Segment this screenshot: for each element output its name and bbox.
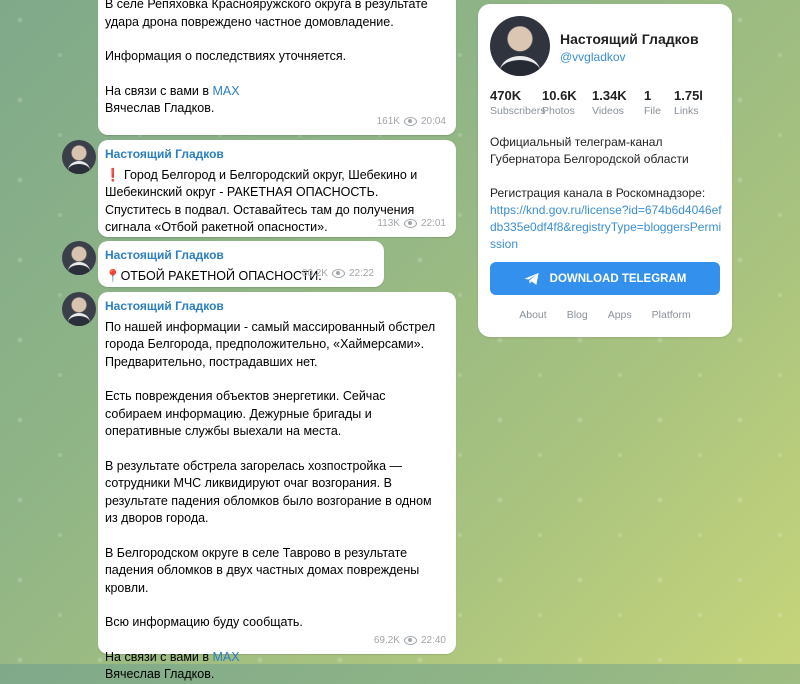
footer-link-blog[interactable]: Blog: [567, 309, 588, 321]
message-bubble: Настоящий Гладков ❗ Город Белгород и Бел…: [98, 140, 456, 237]
download-telegram-label: DOWNLOAD TELEGRAM: [549, 272, 687, 285]
message-bubble: Настоящий Гладков 📍ОТБОЙ РАКЕТНОЙ ОПАСНО…: [98, 241, 384, 287]
message-time: 22:22: [348, 267, 374, 279]
avatar[interactable]: [62, 140, 96, 174]
message-meta: 80.2K 22:22: [302, 265, 374, 283]
message-bubble: Настоящий Гладков По нашей информации - …: [98, 292, 456, 681]
views-count: 69.2K: [373, 634, 400, 646]
message-text: По нашей информации - самый массированны…: [105, 319, 436, 369]
avatar[interactable]: [62, 292, 96, 326]
message-text: Есть повреждения объектов энергетики. Се…: [105, 389, 386, 438]
stat-photos[interactable]: 10.6K Photos: [542, 88, 592, 117]
message-signature: На связи с вами в MAX: [105, 83, 240, 98]
eye-icon: [331, 268, 345, 278]
message-bubble: В селе Репяховка Краснояружского округа …: [98, 0, 456, 135]
message-time: 22:40: [420, 634, 446, 646]
message-meta: 69.2K 22:40: [374, 632, 446, 650]
download-telegram-button[interactable]: DOWNLOAD TELEGRAM: [490, 262, 720, 295]
eye-icon: [403, 635, 417, 645]
eye-icon: [403, 218, 417, 228]
channel-name: Настоящий Гладков: [560, 31, 699, 47]
views-count: 161K: [376, 115, 400, 127]
message-meta: 113K 22:01: [377, 215, 446, 233]
message-time: 22:01: [420, 217, 446, 229]
message-text: В селе Репяховка Краснояружского округа …: [105, 0, 428, 29]
message-text: Всю информацию буду сообщать.: [105, 615, 303, 629]
channel-description: Официальный телеграм-канал Губернатора Б…: [490, 135, 689, 166]
stat-subscribers[interactable]: 470K Subscribers: [490, 88, 545, 117]
max-link[interactable]: MAX: [213, 84, 240, 98]
footer-link-platform[interactable]: Platform: [652, 309, 691, 321]
telegram-plane-icon: [524, 272, 539, 285]
stat-files[interactable]: 1 File: [644, 88, 674, 117]
message-signature-name: Вячеслав Гладков.: [105, 667, 215, 681]
max-link[interactable]: MAX: [213, 650, 240, 664]
stat-links[interactable]: 1.75l Links: [674, 88, 714, 117]
avatar[interactable]: [62, 241, 96, 275]
message-author[interactable]: Настоящий Гладков: [105, 298, 444, 316]
channel-handle[interactable]: @vvgladkov: [560, 50, 626, 64]
registration-link[interactable]: https://knd.gov.ru/license?id=674b6d4046…: [490, 202, 725, 253]
channel-stats: 470K Subscribers 10.6K Photos 1.34K Vide…: [490, 88, 714, 117]
message-text: Информация о последствиях уточняется.: [105, 49, 347, 63]
message-author[interactable]: Настоящий Гладков: [105, 247, 372, 265]
stat-videos[interactable]: 1.34K Videos: [592, 88, 644, 117]
message-meta: 161K 20:04: [377, 113, 446, 131]
channel-registration: Регистрация канала в Роскомнадзоре: http…: [490, 185, 725, 253]
message-text: В результате обстрела загорелась хозпост…: [105, 458, 432, 526]
channel-avatar[interactable]: [490, 16, 550, 76]
message-author[interactable]: Настоящий Гладков: [105, 146, 444, 164]
views-count: 80.2K: [301, 267, 328, 279]
channel-info-card: Настоящий Гладков @vvgladkov 470K Subscr…: [478, 4, 732, 337]
footer-links: About Blog Apps Platform: [478, 309, 732, 321]
message-time: 20:04: [420, 115, 446, 127]
message-feed[interactable]: В селе Репяховка Краснояружского округа …: [0, 0, 470, 681]
views-count: 113K: [377, 217, 400, 229]
eye-icon: [403, 116, 417, 126]
registration-label: Регистрация канала в Роскомнадзоре:: [490, 186, 706, 200]
message-signature: На связи с вами в MAX: [105, 649, 240, 664]
message-text: В Белгородском округе в селе Таврово в р…: [105, 545, 420, 595]
footer-link-about[interactable]: About: [519, 309, 546, 321]
footer-link-apps[interactable]: Apps: [608, 309, 632, 321]
